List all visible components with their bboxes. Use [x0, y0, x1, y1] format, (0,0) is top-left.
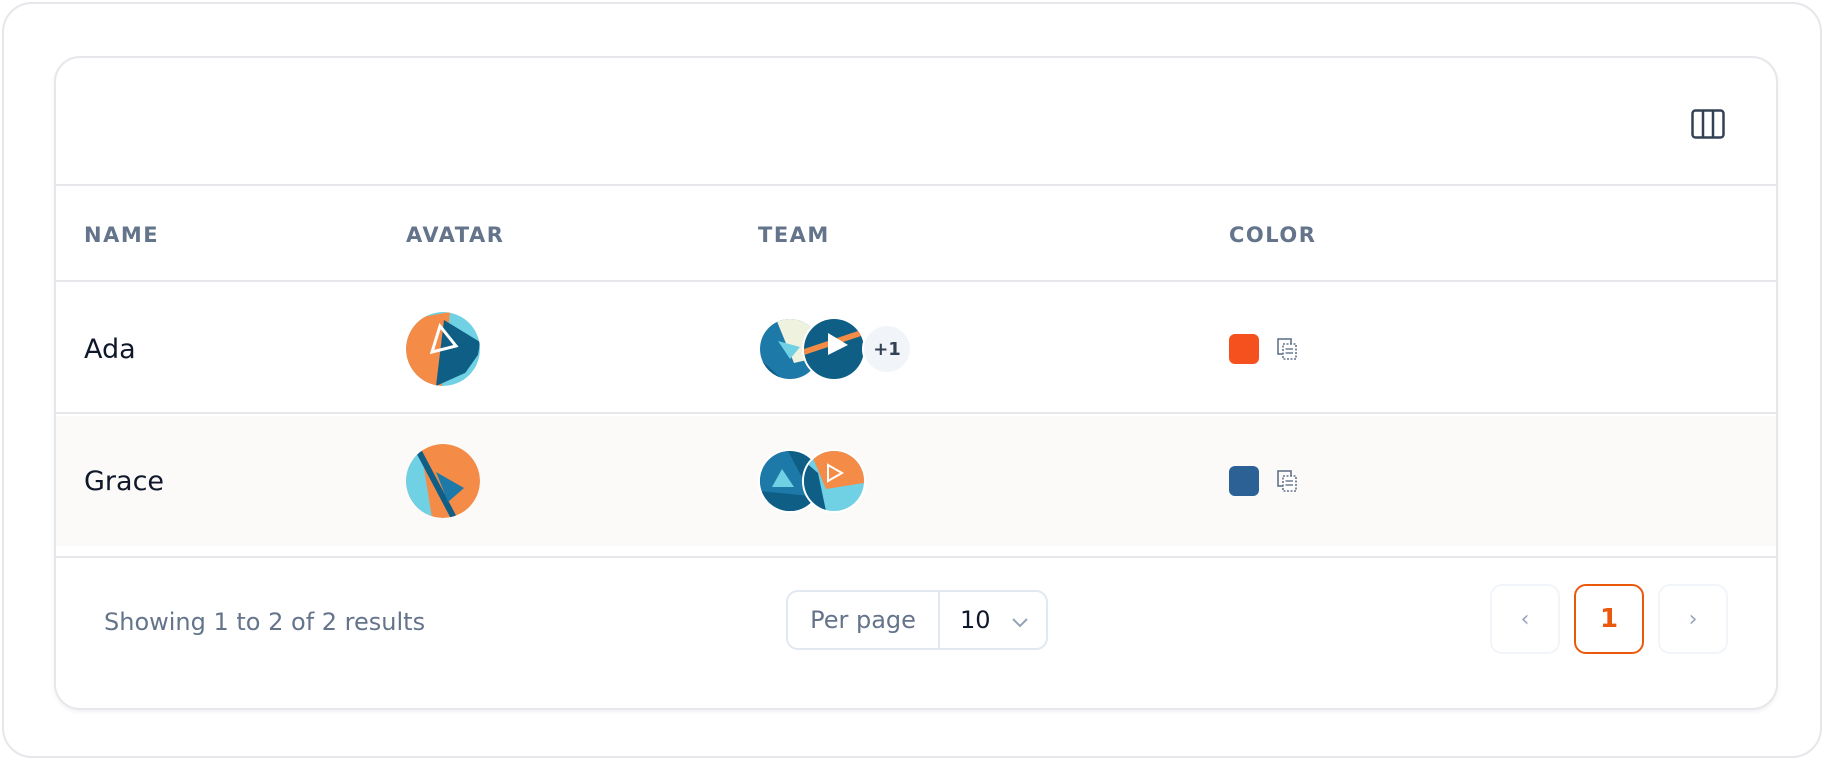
page-frame: NAME AVATAR TEAM COLOR Ada +1 Grace Show…	[2, 2, 1822, 758]
team-avatar-group: +1	[758, 317, 912, 381]
name-cell: Grace	[84, 416, 164, 546]
color-swatch	[1229, 466, 1259, 496]
table-row[interactable]: Ada +1	[56, 284, 1776, 414]
row-name: Grace	[84, 465, 165, 497]
table-toolbar	[56, 58, 1776, 186]
team-member-avatar	[802, 317, 866, 381]
team-member-avatar	[802, 449, 866, 513]
results-summary: Showing 1 to 2 of 2 results	[104, 608, 426, 636]
row-name: Ada	[84, 333, 136, 365]
color-cell: #F4511E	[1229, 284, 1299, 414]
column-header-name[interactable]: NAME	[84, 188, 159, 282]
column-header-avatar[interactable]: AVATAR	[406, 188, 504, 282]
per-page-label: Per page	[788, 592, 940, 648]
next-page-button[interactable]: ›	[1658, 584, 1728, 654]
per-page-value: 10	[960, 606, 991, 634]
team-member-4	[804, 451, 864, 511]
table-header: NAME AVATAR TEAM COLOR	[56, 188, 1776, 282]
table-footer: Showing 1 to 2 of 2 results Per page 10 …	[56, 556, 1776, 708]
column-header-color[interactable]: COLOR	[1229, 188, 1316, 282]
avatar-cell	[406, 416, 480, 546]
color-swatch	[1229, 334, 1259, 364]
column-header-team[interactable]: TEAM	[758, 188, 830, 282]
previous-page-button[interactable]: ‹	[1490, 584, 1560, 654]
team-member-2	[804, 319, 864, 379]
avatar-ada	[406, 312, 480, 386]
per-page-control: Per page 10	[786, 590, 1048, 650]
copy-icon[interactable]	[1275, 337, 1299, 361]
per-page-select[interactable]: 10	[940, 592, 1046, 648]
chevron-down-icon	[1012, 618, 1028, 628]
data-table-card: NAME AVATAR TEAM COLOR Ada +1 Grace Show…	[54, 56, 1778, 710]
columns-toggle-button[interactable]	[1688, 104, 1728, 144]
name-cell: Ada	[84, 284, 136, 414]
avatar-cell	[406, 284, 480, 414]
team-more-count[interactable]: +1	[862, 324, 912, 374]
team-cell	[758, 416, 866, 546]
table-row[interactable]: Grace	[56, 416, 1776, 546]
color-cell: #2B6195	[1229, 416, 1299, 546]
team-cell: +1	[758, 284, 912, 414]
copy-icon[interactable]	[1275, 469, 1299, 493]
avatar-grace	[406, 444, 480, 518]
page-1-button[interactable]: 1	[1574, 584, 1644, 654]
columns-icon	[1691, 109, 1725, 139]
team-avatar-group	[758, 449, 866, 513]
pagination: ‹ 1 ›	[1476, 584, 1728, 654]
